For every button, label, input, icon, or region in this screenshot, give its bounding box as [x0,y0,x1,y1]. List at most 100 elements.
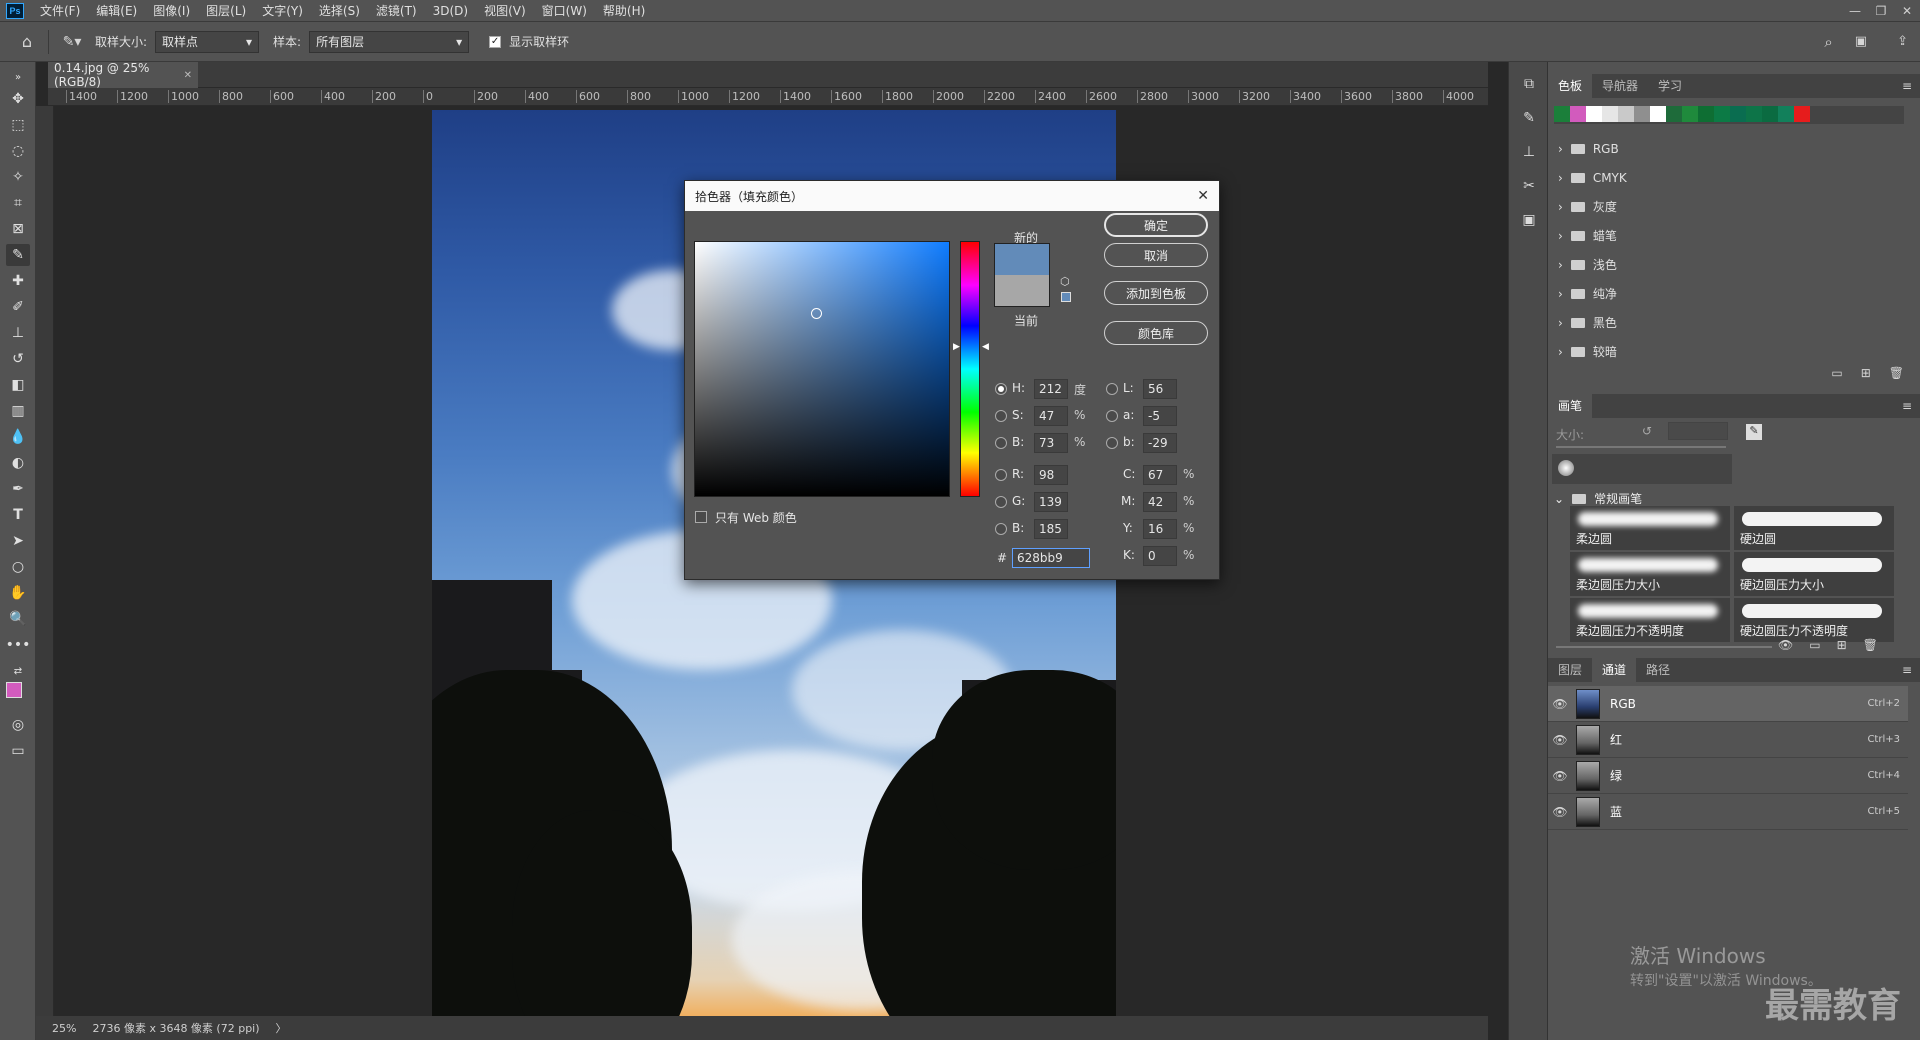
show-ring-checkbox[interactable]: ✓ [489,35,502,48]
s-field[interactable]: 47 [1034,406,1068,426]
gamut-cube-icon[interactable]: ⬡ [1060,275,1070,288]
cancel-button[interactable]: 取消 [1104,243,1208,267]
radio-g[interactable] [995,496,1007,508]
add-to-swatches-button[interactable]: 添加到色板 [1104,281,1208,305]
ok-button[interactable]: 确定 [1104,213,1208,237]
brush-tool-icon[interactable]: ✐ [6,296,30,318]
channel-row-green[interactable]: 👁 绿 Ctrl+4 [1548,758,1908,794]
lasso-tool-icon[interactable]: ◌ [6,140,30,162]
radio-b[interactable] [995,437,1007,449]
tab-swatches[interactable]: 色板 [1548,74,1593,98]
toggle-preview-icon[interactable]: 👁 [1778,638,1793,652]
chevron-right-icon[interactable]: 〉 [276,1020,287,1036]
color-swatch[interactable] [1730,106,1746,122]
new-group-icon[interactable]: ▭ [1831,366,1842,380]
swatch-group[interactable]: › 蜡笔 [1548,221,1912,250]
y-field[interactable]: 16 [1143,519,1177,539]
home-icon[interactable]: ⌂ [14,32,40,51]
tab-channels[interactable]: 通道 [1592,658,1637,682]
document-tab[interactable]: 0.14.jpg @ 25%(RGB/8) ✕ [48,61,198,89]
swatch-group[interactable]: › 黑色 [1548,308,1912,337]
properties-icon[interactable]: ▣ [1517,208,1541,232]
color-swatch[interactable] [1570,106,1586,122]
eyedropper-preset-icon[interactable]: ✎▾ [57,34,87,50]
tab-layers[interactable]: 图层 [1548,658,1592,682]
tab-brushes[interactable]: 画笔 [1548,394,1593,418]
brush-item[interactable]: 硬边圆 [1734,506,1894,550]
move-tool-icon[interactable]: ✥ [6,88,30,110]
color-libraries-button[interactable]: 颜色库 [1104,321,1208,345]
close-icon[interactable]: ✕ [1197,188,1209,204]
dodge-tool-icon[interactable]: ◐ [6,452,30,474]
swatch-group[interactable]: › 纯净 [1548,279,1912,308]
c-field[interactable]: 67 [1143,465,1177,485]
healing-brush-tool-icon[interactable]: ✚ [6,270,30,292]
minimize-icon[interactable]: — [1842,4,1868,18]
l-field[interactable]: 56 [1143,379,1177,399]
color-swatch[interactable] [1618,106,1634,122]
tool-presets-icon[interactable]: ✂ [1517,174,1541,198]
web-safe-swatch[interactable] [1061,292,1071,302]
color-swatch[interactable] [1634,106,1650,122]
quick-mask-icon[interactable]: ◎ [6,714,30,736]
panel-menu-icon[interactable]: ≡ [1902,399,1912,413]
b-field[interactable]: 73 [1034,433,1068,453]
new-group-icon[interactable]: ▭ [1809,638,1820,652]
color-swatch[interactable] [1586,106,1602,122]
clone-source-icon[interactable]: ⊥ [1517,140,1541,164]
delete-icon[interactable]: 🗑 [1889,366,1904,380]
menu-select[interactable]: 选择(S) [311,0,368,22]
menu-layer[interactable]: 图层(L) [198,0,254,22]
g-field[interactable]: 139 [1034,492,1068,512]
crop-tool-icon[interactable]: ⌗ [6,192,30,214]
color-swatch[interactable] [1762,106,1778,122]
magic-wand-tool-icon[interactable]: ✧ [6,166,30,188]
create-brush-icon[interactable]: ✎ [1746,424,1762,440]
workspace-icon[interactable]: ▣ [1855,34,1867,49]
reset-icon[interactable]: ↺ [1642,424,1652,438]
screen-mode-icon[interactable]: ▭ [6,740,30,762]
color-swatch[interactable] [1746,106,1762,122]
history-brush-tool-icon[interactable]: ↺ [6,348,30,370]
tab-learn[interactable]: 学习 [1648,74,1692,98]
restore-icon[interactable]: ❐ [1868,4,1894,18]
search-icon[interactable]: ⌕ [1824,33,1832,51]
color-cursor[interactable] [811,308,822,319]
channel-row-red[interactable]: 👁 红 Ctrl+3 [1548,722,1908,758]
tab-navigator[interactable]: 导航器 [1592,74,1648,98]
sample-select[interactable]: 所有图层 ▾ [309,30,470,53]
hue-marker-left-icon[interactable]: ▶ [953,342,960,352]
brush-settings-icon[interactable]: ✎ [1517,106,1541,130]
swatch-group[interactable]: › RGB [1548,134,1912,163]
menu-type[interactable]: 文字(Y) [254,0,311,22]
color-swatch[interactable] [1602,106,1618,122]
radio-lab-b[interactable] [1106,437,1118,449]
menu-edit[interactable]: 编辑(E) [88,0,145,22]
channel-row-rgb[interactable]: 👁 RGB Ctrl+2 [1548,686,1908,722]
brush-item[interactable]: 柔边圆压力不透明度 [1570,598,1730,642]
frame-tool-icon[interactable]: ⊠ [6,218,30,240]
hue-marker-right-icon[interactable]: ◀ [982,342,989,352]
color-swatch[interactable] [1554,106,1570,122]
zoom-level[interactable]: 25% [52,1022,76,1035]
menu-file[interactable]: 文件(F) [32,0,88,22]
color-swatch[interactable] [1714,106,1730,122]
tab-paths[interactable]: 路径 [1636,658,1680,682]
panel-menu-icon[interactable]: ≡ [1902,79,1912,93]
visibility-icon[interactable]: 👁 [1548,805,1572,819]
blue-field[interactable]: 185 [1034,519,1068,539]
eraser-tool-icon[interactable]: ◧ [6,374,30,396]
color-swatch[interactable] [1650,106,1666,122]
share-icon[interactable]: ⇪ [1897,34,1908,49]
brush-item[interactable]: 柔边圆压力大小 [1570,552,1730,596]
color-swatch[interactable] [1666,106,1682,122]
radio-r[interactable] [995,469,1007,481]
zoom-tool-icon[interactable]: 🔍 [6,608,30,630]
panel-menu-icon[interactable]: ≡ [1902,663,1912,677]
saturation-brightness-field[interactable] [694,241,950,497]
k-field[interactable]: 0 [1143,546,1177,566]
menu-3d[interactable]: 3D(D) [425,0,476,22]
swap-colors-icon[interactable]: ⇄ [6,660,30,682]
web-only-checkbox[interactable] [695,511,707,523]
brush-preview-slider[interactable] [1556,646,1772,648]
